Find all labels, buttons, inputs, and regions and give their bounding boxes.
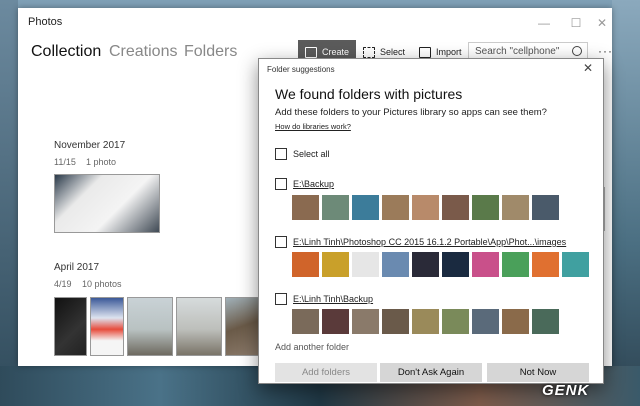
preview-photo: [412, 252, 439, 277]
photo-thumbnail[interactable]: [176, 297, 222, 356]
title-bar: Photos — ☐ ✕: [18, 8, 612, 36]
group-date: 11/15: [54, 157, 76, 167]
select-icon: [363, 46, 376, 58]
import-icon: [419, 46, 432, 58]
folder-checkbox-images[interactable]: [275, 236, 287, 248]
preview-photo: [442, 252, 469, 277]
libraries-help-link[interactable]: How do libraries work?: [275, 122, 351, 131]
desktop-background-left: [0, 0, 18, 406]
photo-thumbnail[interactable]: [54, 174, 160, 233]
dialog-title: Folder suggestions: [267, 65, 335, 74]
folder-preview-row: [292, 195, 559, 220]
search-placeholder: Search "cellphone": [475, 46, 560, 57]
preview-photo: [472, 309, 499, 334]
preview-photo: [412, 195, 439, 220]
create-label: Create: [322, 47, 350, 57]
preview-photo: [502, 309, 529, 334]
select-label: Select: [380, 47, 406, 57]
preview-photo: [442, 309, 469, 334]
preview-photo: [442, 195, 469, 220]
preview-photo: [502, 252, 529, 277]
preview-photo: [352, 252, 379, 277]
folder-link-backup[interactable]: E:\Backup: [293, 179, 334, 189]
search-icon[interactable]: [572, 46, 582, 56]
select-all-checkbox[interactable]: [275, 148, 287, 160]
preview-photo: [292, 195, 319, 220]
maximize-button[interactable]: ☐: [566, 14, 586, 32]
minimize-button[interactable]: —: [534, 14, 554, 32]
group-count: 10 photos: [82, 279, 122, 289]
preview-photo: [292, 309, 319, 334]
tab-collection[interactable]: Collection: [31, 43, 101, 61]
group-title-april-2017: April 2017: [54, 262, 100, 273]
group-title-november-2017: November 2017: [54, 140, 126, 151]
dialog-scrollbar[interactable]: [603, 187, 605, 231]
preview-photo: [472, 252, 499, 277]
preview-photo: [382, 309, 409, 334]
preview-photo: [412, 309, 439, 334]
close-button[interactable]: ✕: [592, 14, 612, 32]
import-label: Import: [436, 47, 462, 57]
preview-photo: [532, 252, 559, 277]
preview-photo: [382, 195, 409, 220]
folder-link-images[interactable]: E:\Linh Tinh\Photoshop CC 2015 16.1.2 Po…: [293, 237, 566, 247]
preview-photo: [322, 309, 349, 334]
tab-creations[interactable]: Creations: [109, 43, 177, 61]
create-icon: [305, 46, 317, 58]
preview-photo: [502, 195, 529, 220]
preview-photo: [352, 195, 379, 220]
select-all-label: Select all: [293, 149, 330, 159]
preview-photo: [322, 252, 349, 277]
folder-link-linh-tinh-backup[interactable]: E:\Linh Tinh\Backup: [293, 294, 373, 304]
tab-folders[interactable]: Folders: [184, 43, 237, 61]
photo-thumbnail[interactable]: [127, 297, 173, 356]
folder-checkbox-linh-tinh-backup[interactable]: [275, 293, 287, 305]
close-icon[interactable]: ✕: [583, 61, 593, 75]
preview-photo: [292, 252, 319, 277]
preview-photo: [532, 195, 559, 220]
folder-checkbox-backup[interactable]: [275, 178, 287, 190]
app-title: Photos: [28, 16, 63, 28]
preview-photo: [352, 309, 379, 334]
add-folders-button[interactable]: Add folders: [275, 363, 377, 382]
photo-thumbnail[interactable]: [225, 297, 259, 356]
photo-thumbnail[interactable]: [54, 297, 87, 356]
preview-photo: [322, 195, 349, 220]
preview-photo: [532, 309, 559, 334]
preview-photo: [382, 252, 409, 277]
desktop-background-right: [612, 0, 640, 406]
preview-photo: [472, 195, 499, 220]
dont-ask-again-button[interactable]: Don't Ask Again: [380, 363, 482, 382]
group-count: 1 photo: [86, 157, 117, 167]
folder-suggestions-dialog: Folder suggestions ✕ We found folders wi…: [258, 58, 605, 384]
group-date: 4/19: [54, 279, 72, 289]
add-another-folder-link[interactable]: Add another folder: [275, 342, 349, 352]
photo-thumbnail[interactable]: [90, 297, 124, 356]
more-options-button[interactable]: ···: [598, 44, 613, 58]
dialog-heading: We found folders with pictures: [275, 86, 463, 102]
dialog-description: Add these folders to your Pictures libra…: [275, 107, 547, 118]
folder-preview-row: [292, 252, 589, 277]
preview-photo: [562, 252, 589, 277]
watermark-logo: GENK: [542, 382, 590, 399]
folder-preview-row: [292, 309, 559, 334]
not-now-button[interactable]: Not Now: [487, 363, 589, 382]
